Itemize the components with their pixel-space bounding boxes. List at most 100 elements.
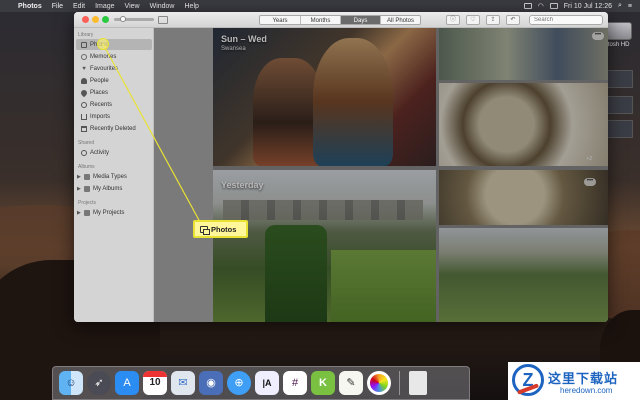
textedit-icon: ✎ (346, 377, 356, 389)
sidebar-toggle-icon[interactable] (158, 16, 168, 24)
sidebar-item-people[interactable]: People (76, 75, 152, 86)
sidebar-section-projects: Projects (78, 200, 97, 206)
photo-tile[interactable]: +2 (439, 83, 608, 166)
sidebar-item-recently-deleted[interactable]: Recently Deleted (76, 123, 152, 134)
menu-bar: Photos File Edit Image View Window Help … (0, 0, 640, 12)
rotate-icon: ↶ (510, 17, 516, 23)
sidebar-item-photos[interactable]: Photos (76, 39, 152, 50)
disclosure-triangle-icon[interactable]: ▶ (77, 186, 81, 192)
dock-keka[interactable]: K (311, 371, 335, 395)
callout-highlight (97, 38, 109, 50)
photo-tile[interactable]: ••• (439, 170, 608, 225)
menu-edit[interactable]: Edit (73, 3, 85, 10)
moment-title: Yesterday (221, 180, 264, 190)
dock-calendar[interactable]: 10 (143, 371, 167, 395)
dock-launchpad[interactable]: ➶ (87, 371, 111, 395)
dock-app-store[interactable]: A (115, 371, 139, 395)
dock-textedit[interactable]: ✎ (339, 371, 363, 395)
photos-window: Years Months Days All Photos ⓘ ♡ ⇪ ↶ Lib… (74, 12, 608, 322)
mail-icon: ✉ (178, 377, 188, 389)
close-button[interactable] (82, 16, 89, 23)
sidebar-item-imports[interactable]: Imports (76, 111, 152, 122)
share-button[interactable]: ⇪ (486, 15, 500, 25)
sidebar-item-activity[interactable]: Activity (76, 147, 152, 158)
status-area: ◠ Fri 10 Jul 12:26 ⌕ ≡ (523, 0, 632, 12)
grid-margin (154, 28, 213, 322)
search-input[interactable] (529, 15, 603, 25)
zoom-slider-knob[interactable] (120, 16, 126, 22)
search-icon[interactable]: ⌕ (618, 2, 622, 10)
sidebar-item-media-types[interactable]: ▶ Media Types (76, 171, 152, 182)
tab-days[interactable]: Days (340, 16, 380, 24)
disclosure-triangle-icon[interactable]: ▶ (77, 174, 81, 180)
sidebar-item-label: Places (90, 89, 109, 96)
dock-photos[interactable] (367, 371, 391, 395)
clock-text[interactable]: Fri 10 Jul 12:26 (564, 3, 612, 10)
dock-mail[interactable]: ✉ (171, 371, 195, 395)
dock-ia-writer[interactable]: |A (255, 371, 279, 395)
battery-icon[interactable] (549, 3, 558, 9)
menu-file[interactable]: File (52, 3, 63, 10)
info-icon: ⓘ (449, 17, 456, 23)
watermark-en-text: heredown.com (560, 386, 613, 395)
menu-image[interactable]: Image (95, 3, 114, 10)
sidebar-item-favourites[interactable]: ♥ Favourites (76, 63, 152, 74)
menu-list-icon[interactable]: ≡ (628, 3, 632, 10)
photo-tile[interactable] (439, 228, 608, 322)
wifi-icon[interactable]: ◠ (538, 2, 544, 10)
heart-icon: ♥ (82, 65, 86, 72)
rotate-button[interactable]: ↶ (506, 15, 520, 25)
photo-tile[interactable]: ••• (439, 28, 608, 80)
sidebar-item-memories[interactable]: Memories (76, 51, 152, 62)
trash-icon (81, 125, 87, 132)
more-photos-badge: +2 (586, 156, 592, 162)
more-options-button[interactable]: ••• (592, 32, 604, 40)
fullscreen-button[interactable] (102, 16, 109, 23)
clock-icon (81, 101, 87, 108)
heart-icon: ♡ (470, 17, 476, 23)
calendar-header (143, 371, 167, 377)
person-icon (81, 77, 87, 84)
rocket-icon: ➶ (94, 377, 104, 389)
callout-text: Photos (211, 224, 237, 234)
photos-icon (200, 225, 210, 235)
sidebar-item-label: Favourites (90, 65, 119, 72)
sidebar-item-places[interactable]: Places (76, 87, 152, 98)
photo-grid: Sun – Wed Swansea ••• +2 Yesterday ••• (154, 28, 608, 322)
memories-icon (81, 53, 87, 60)
share-icon: ⇪ (490, 17, 496, 23)
site-watermark: Z 这里下载站 heredown.com (508, 362, 640, 400)
sidebar-item-my-projects[interactable]: ▶ My Projects (76, 207, 152, 218)
more-options-button[interactable]: ••• (584, 178, 596, 186)
minimize-button[interactable] (92, 16, 99, 23)
sidebar-item-my-albums[interactable]: ▶ My Albums (76, 183, 152, 194)
tab-years[interactable]: Years (260, 16, 300, 24)
sidebar-item-label: People (90, 77, 109, 84)
info-button[interactable]: ⓘ (446, 15, 460, 25)
ia-writer-icon: |A (262, 378, 272, 388)
tab-months[interactable]: Months (300, 16, 340, 24)
sidebar-section-shared: Shared (78, 140, 95, 146)
dock-slack[interactable]: # (283, 371, 307, 395)
dock-podcasts[interactable]: ◉ (199, 371, 223, 395)
calendar-day: 10 (149, 377, 161, 388)
moment-title: Sun – Wed (221, 34, 267, 44)
dock-finder[interactable]: ☺ (59, 371, 83, 395)
sidebar-item-label: My Albums (93, 185, 123, 192)
airplay-icon[interactable] (523, 3, 532, 9)
menu-view[interactable]: View (125, 3, 140, 10)
dock-document[interactable] (409, 371, 427, 395)
menu-window[interactable]: Window (150, 3, 175, 10)
disclosure-triangle-icon[interactable]: ▶ (77, 210, 81, 216)
photo-content (313, 38, 393, 166)
menu-app-name[interactable]: Photos (18, 3, 42, 10)
sidebar-item-recents[interactable]: Recents (76, 99, 152, 110)
favourite-button[interactable]: ♡ (466, 15, 480, 25)
photo-tile-featured[interactable]: Sun – Wed Swansea (213, 28, 436, 166)
zoom-slider[interactable] (114, 16, 154, 22)
photo-tile-featured[interactable]: Yesterday (213, 170, 436, 322)
dock-safari[interactable]: ⊕ (227, 371, 251, 395)
menu-help[interactable]: Help (185, 3, 199, 10)
tab-all-photos[interactable]: All Photos (380, 16, 420, 24)
photo-content (265, 225, 327, 322)
